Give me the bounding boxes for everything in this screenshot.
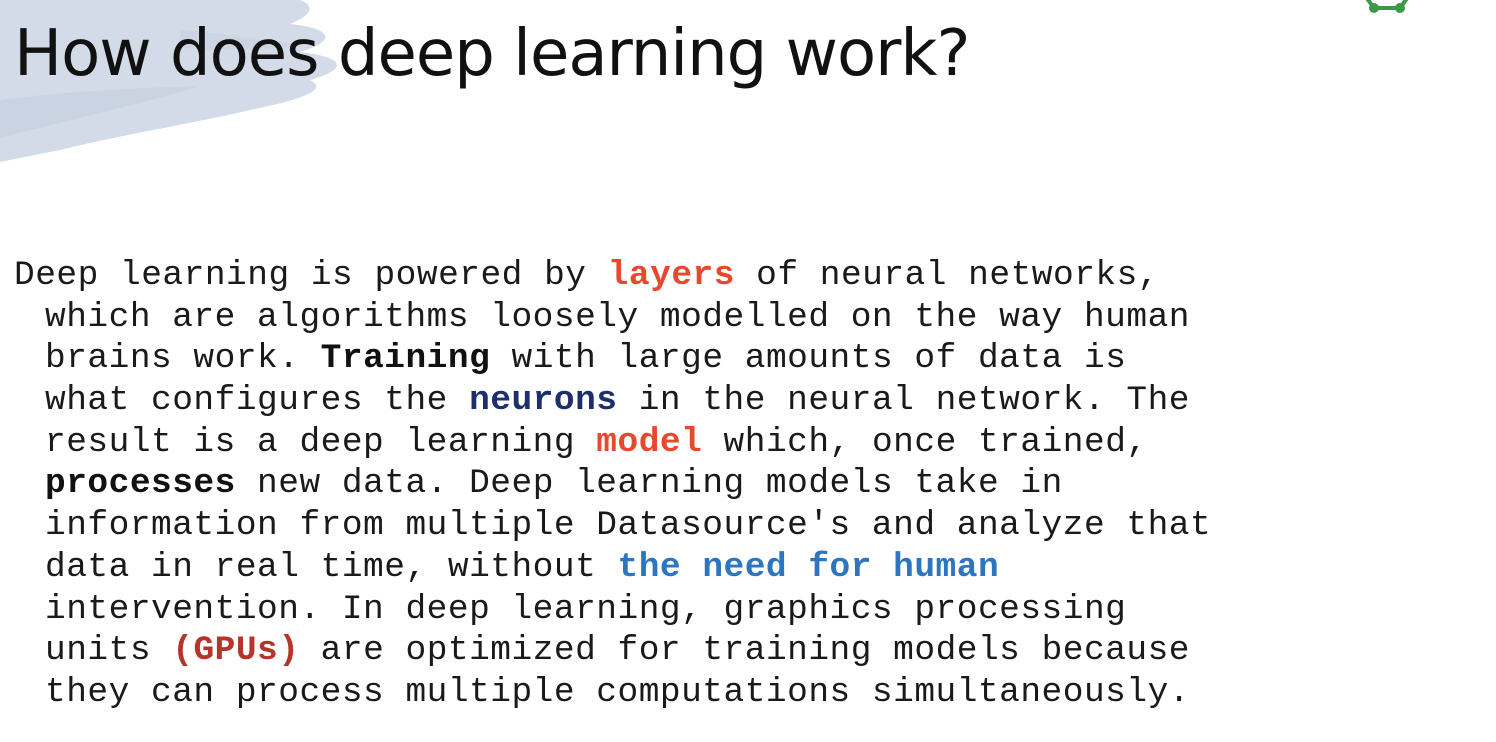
paragraph-line: Deep learning is powered by layers of ne… [14, 255, 1484, 297]
paragraph-line: data in real time, without the need for … [14, 547, 1484, 589]
paragraph-text: are optimized for training models becaus… [299, 631, 1191, 671]
paragraph-line: brains work. Training with large amounts… [14, 338, 1484, 380]
highlighted-term: neurons [469, 381, 618, 421]
paragraph-text: data in real time, without [45, 547, 618, 587]
paragraph-text: which, once trained, [702, 422, 1148, 462]
paragraph-line: processes new data. Deep learning models… [14, 463, 1484, 505]
paragraph-line: units (GPUs) are optimized for training … [14, 630, 1484, 672]
highlighted-term: model [596, 422, 703, 462]
slide-title: How does deep learning work? [14, 17, 970, 91]
paragraph-text: they can process multiple computations s… [45, 672, 1190, 712]
highlighted-term: Training [320, 339, 491, 379]
paragraph-text: brains work. [45, 339, 321, 379]
paragraph-text: Deep learning is powered by [14, 256, 608, 295]
paragraph-text: new data. Deep learning models take in [235, 464, 1063, 504]
paragraph-line: information from multiple Datasource's a… [14, 505, 1484, 547]
paragraph-text: in the neural network. The [617, 381, 1191, 421]
network-logo-icon [1365, 0, 1409, 13]
paragraph-text: units [45, 631, 173, 671]
highlighted-term: processes [45, 464, 236, 504]
paragraph-line: result is a deep learning model which, o… [14, 422, 1484, 464]
paragraph-line: they can process multiple computations s… [14, 672, 1484, 714]
paragraph-text: of neural networks, [734, 256, 1160, 295]
highlighted-term: the need for human [617, 547, 1000, 587]
paragraph-line: what configures the neurons in the neura… [14, 380, 1484, 422]
highlighted-term: layers [607, 256, 735, 295]
paragraph-text: information from multiple Datasource's a… [45, 506, 1212, 546]
body-paragraph: Deep learning is powered by layers of ne… [14, 255, 1484, 714]
paragraph-text: with large amounts of data is [490, 339, 1127, 379]
paragraph-line: which are algorithms loosely modelled on… [14, 297, 1484, 339]
paragraph-line: intervention. In deep learning, graphics… [14, 589, 1484, 631]
paragraph-text: what configures the [45, 381, 470, 421]
highlighted-term: (GPUs) [172, 631, 300, 671]
paragraph-text: intervention. In deep learning, graphics… [45, 589, 1127, 629]
paragraph-text: which are algorithms loosely modelled on… [45, 297, 1190, 337]
paragraph-text: result is a deep learning [45, 422, 597, 462]
slide: How does deep learning work? Deep learni… [0, 0, 1496, 742]
